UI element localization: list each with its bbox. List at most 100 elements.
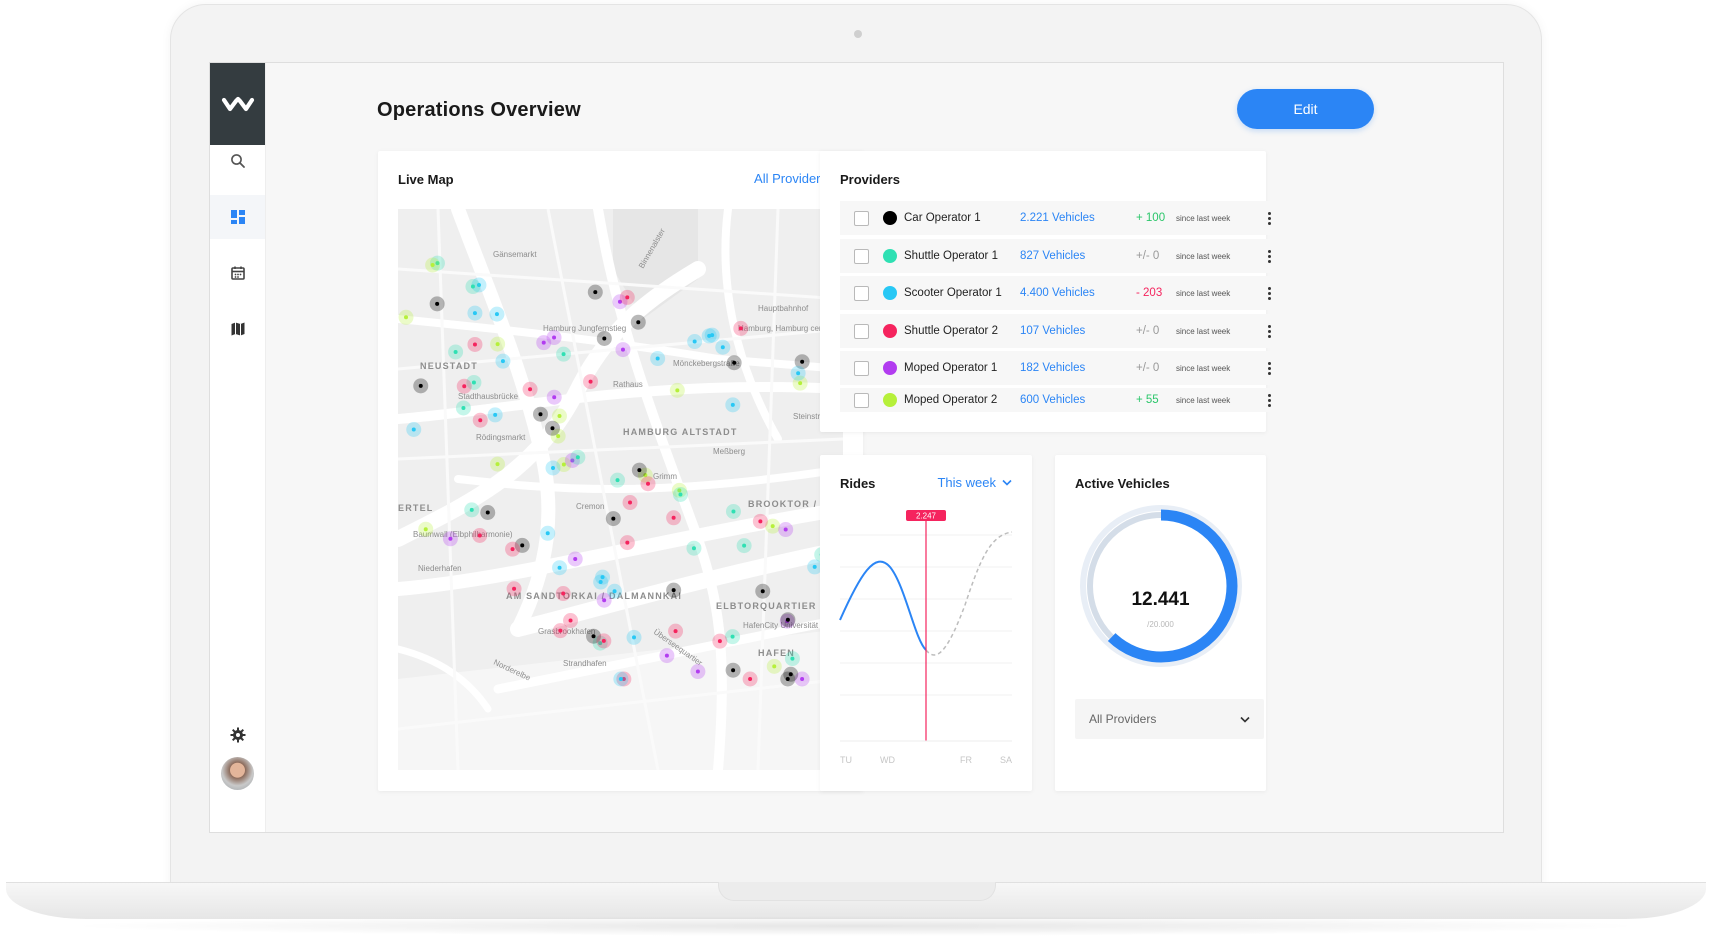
vehicle-marker[interactable] xyxy=(544,420,560,436)
vehicle-marker[interactable] xyxy=(631,462,647,478)
live-map[interactable]: Gänsemarkt NEUSTADT Hamburg Jungfernstieg S… xyxy=(398,209,843,770)
map-canvas[interactable]: GänsemarktNEUSTADTHamburg JungfernstiegS… xyxy=(398,209,843,770)
provider-row[interactable]: Shuttle Operator 2 107 Vehicles +/- 0 since… xyxy=(840,314,1285,348)
vehicle-marker[interactable] xyxy=(666,582,682,598)
vehicle-marker[interactable] xyxy=(726,355,742,371)
vehicle-marker[interactable] xyxy=(455,400,471,416)
vehicle-marker[interactable] xyxy=(672,486,688,502)
provider-row[interactable]: Shuttle Operator 1 827 Vehicles +/- 0 since… xyxy=(840,239,1285,273)
provider-vehicles[interactable]: 2.221 Vehicles xyxy=(1020,212,1136,224)
vehicle-marker[interactable] xyxy=(567,551,583,567)
vehicle-marker[interactable] xyxy=(666,510,682,526)
vehicle-marker[interactable] xyxy=(742,671,758,687)
vehicle-marker[interactable] xyxy=(712,633,728,649)
vehicle-marker[interactable] xyxy=(615,342,631,358)
vehicle-marker[interactable] xyxy=(669,382,685,398)
vehicle-marker[interactable] xyxy=(668,623,684,639)
vehicle-marker[interactable] xyxy=(545,460,561,476)
vehicle-marker[interactable] xyxy=(650,351,666,367)
vehicle-marker[interactable] xyxy=(630,314,646,330)
provider-checkbox[interactable] xyxy=(854,392,869,408)
provider-row[interactable]: Moped Operator 2 600 Vehicles + 55 since la… xyxy=(840,388,1285,412)
vehicle-marker[interactable] xyxy=(546,330,562,346)
provider-vehicles[interactable]: 107 Vehicles xyxy=(1020,325,1136,337)
vehicle-marker[interactable] xyxy=(487,407,503,423)
vehicle-marker[interactable] xyxy=(472,527,488,543)
vehicle-marker[interactable] xyxy=(701,328,717,344)
vehicle-marker[interactable] xyxy=(406,422,422,438)
vehicle-marker[interactable] xyxy=(593,574,609,590)
vehicle-marker[interactable] xyxy=(613,671,629,687)
vehicle-marker[interactable] xyxy=(784,651,800,667)
sidebar-item-map[interactable] xyxy=(210,307,265,351)
vehicle-marker[interactable] xyxy=(495,353,511,369)
vehicle-marker[interactable] xyxy=(790,365,806,381)
vehicle-marker[interactable] xyxy=(532,406,548,422)
vehicle-marker[interactable] xyxy=(596,633,612,649)
vehicle-marker[interactable] xyxy=(605,511,621,527)
vehicle-marker[interactable] xyxy=(583,374,599,390)
vehicle-marker[interactable] xyxy=(736,538,752,554)
vehicle-marker[interactable] xyxy=(766,658,782,674)
vehicle-marker[interactable] xyxy=(506,581,522,597)
provider-row[interactable]: Scooter Operator 1 4.400 Vehicles - 203 sin… xyxy=(840,276,1285,310)
provider-vehicles[interactable]: 4.400 Vehicles xyxy=(1020,287,1136,299)
vehicle-marker[interactable] xyxy=(467,336,483,352)
vehicle-marker[interactable] xyxy=(465,279,481,295)
vehicle-marker[interactable] xyxy=(783,666,799,682)
vehicle-marker[interactable] xyxy=(619,289,635,305)
vehicle-marker[interactable] xyxy=(563,613,579,629)
vehicle-marker[interactable] xyxy=(755,583,771,599)
vehicle-marker[interactable] xyxy=(556,346,572,362)
vehicle-marker[interactable] xyxy=(418,521,434,537)
vehicle-marker[interactable] xyxy=(546,389,562,405)
vehicle-marker[interactable] xyxy=(596,592,612,608)
vehicle-marker[interactable] xyxy=(778,522,794,538)
more-options-icon[interactable] xyxy=(1264,361,1274,375)
vehicle-marker[interactable] xyxy=(429,296,445,312)
more-options-icon[interactable] xyxy=(1264,211,1274,225)
edit-button[interactable]: Edit xyxy=(1237,89,1374,129)
vehicle-marker[interactable] xyxy=(555,586,571,602)
provider-checkbox[interactable] xyxy=(854,360,869,376)
vehicle-marker[interactable] xyxy=(570,449,586,465)
vehicle-marker[interactable] xyxy=(626,629,642,645)
more-options-icon[interactable] xyxy=(1264,393,1274,407)
sidebar-item-search[interactable] xyxy=(210,139,265,183)
vehicle-marker[interactable] xyxy=(472,412,488,428)
vehicle-marker[interactable] xyxy=(442,531,458,547)
provider-vehicles[interactable]: 182 Vehicles xyxy=(1020,362,1136,374)
vehicle-marker[interactable] xyxy=(725,503,741,519)
vehicle-marker[interactable] xyxy=(413,378,429,394)
more-options-icon[interactable] xyxy=(1264,286,1274,300)
vehicle-marker[interactable] xyxy=(610,472,626,488)
vehicle-marker[interactable] xyxy=(425,257,441,273)
sidebar-item-dashboard[interactable] xyxy=(210,195,265,239)
vehicle-marker[interactable] xyxy=(464,502,480,518)
vehicle-marker[interactable] xyxy=(489,306,505,322)
provider-checkbox[interactable] xyxy=(854,210,869,226)
vehicle-marker[interactable] xyxy=(640,476,656,492)
vehicle-marker[interactable] xyxy=(733,320,749,336)
vehicle-marker[interactable] xyxy=(552,560,568,576)
vehicle-marker[interactable] xyxy=(686,540,702,556)
vehicle-marker[interactable] xyxy=(619,535,635,551)
avatar[interactable] xyxy=(221,757,254,790)
vehicle-marker[interactable] xyxy=(587,284,603,300)
vehicle-marker[interactable] xyxy=(752,513,768,529)
vehicle-marker[interactable] xyxy=(398,309,414,325)
vehicle-marker[interactable] xyxy=(522,381,538,397)
provider-checkbox[interactable] xyxy=(854,323,869,339)
more-options-icon[interactable] xyxy=(1264,324,1274,338)
vehicle-marker[interactable] xyxy=(659,648,675,664)
provider-row[interactable]: Car Operator 1 2.221 Vehicles + 100 since l… xyxy=(840,201,1285,235)
vehicle-marker[interactable] xyxy=(725,662,741,678)
sidebar-item-settings[interactable] xyxy=(210,713,265,757)
vehicle-marker[interactable] xyxy=(456,378,472,394)
vehicle-marker[interactable] xyxy=(490,336,506,352)
more-options-icon[interactable] xyxy=(1264,249,1274,263)
vehicle-marker[interactable] xyxy=(480,504,496,520)
active-vehicles-provider-select[interactable]: All Providers xyxy=(1075,699,1264,739)
vehicle-marker[interactable] xyxy=(467,305,483,321)
logo[interactable] xyxy=(210,63,265,145)
